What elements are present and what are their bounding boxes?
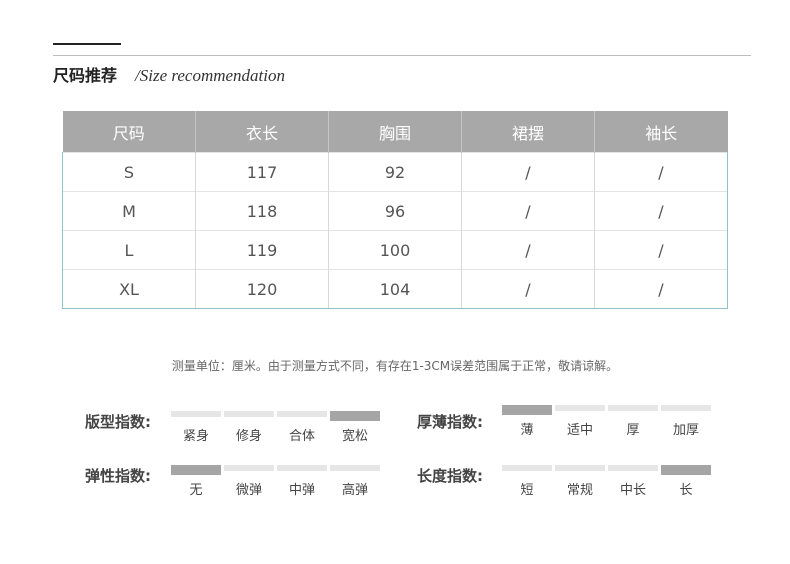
scale-option-label: 微弹 [235,483,262,498]
scale-bar [608,465,658,471]
scale-bar [502,465,552,471]
elasticity-index: 弹性指数: 无 微弹 中弹 高弹 [85,465,385,505]
table-cell: 119 [195,230,329,270]
scale-option: 中弹 [277,465,327,498]
table-row: M 118 96 / / [62,191,728,231]
thickness-index-label: 厚薄指数: [417,413,483,431]
column-header-sleeve: 袖长 [594,111,728,153]
elasticity-index-label: 弹性指数: [85,467,151,485]
table-cell: / [594,230,728,270]
scale-option: 宽松 [330,411,380,444]
scale-option-label: 高弹 [341,483,368,498]
scale-option: 高弹 [330,465,380,498]
scale-option-label: 紧身 [182,429,209,444]
scale-option-label: 长 [679,483,693,498]
table-cell: / [594,191,728,231]
fit-index-scale: 紧身 修身 合体 宽松 [171,411,383,444]
table-header-row: 尺码 衣长 胸围 裙摆 袖长 [62,111,728,153]
scale-option: 加厚 [661,405,711,438]
table-cell: 120 [195,269,329,309]
table-cell: / [594,269,728,309]
heading-accent-rule [53,43,121,45]
scale-bar [330,465,380,471]
scale-bar [277,411,327,417]
fit-index-label: 版型指数: [85,413,151,431]
scale-option-label: 中长 [619,483,646,498]
elasticity-index-scale: 无 微弹 中弹 高弹 [171,465,383,498]
heading-chinese: 尺码推荐 [53,66,118,85]
scale-option: 无 [171,465,221,498]
scale-option-label: 中弹 [288,483,315,498]
scale-option-label: 合体 [288,429,315,444]
scale-bar [661,405,711,411]
table-row: XL 120 104 / / [62,269,728,309]
section-heading: 尺码推荐 /Size recommendation [53,62,285,86]
scale-bar [277,465,327,471]
table-cell: / [461,152,595,192]
table-row: S 117 92 / / [62,152,728,192]
scale-option: 厚 [608,405,658,438]
length-index: 长度指数: 短 常规 中长 长 [417,465,727,505]
column-header-size: 尺码 [62,111,196,153]
scale-option: 紧身 [171,411,221,444]
scale-bar [171,411,221,417]
table-cell: 104 [328,269,462,309]
scale-bar [661,465,711,475]
table-cell: S [62,152,196,192]
scale-option: 合体 [277,411,327,444]
thickness-index: 厚薄指数: 薄 适中 厚 加厚 [417,405,727,445]
table-cell: XL [62,269,196,309]
table-cell: L [62,230,196,270]
scale-bar [224,465,274,471]
scale-option: 中长 [608,465,658,498]
table-cell: 118 [195,191,329,231]
table-cell: / [461,269,595,309]
column-header-hem: 裙摆 [461,111,595,153]
column-header-length: 衣长 [195,111,329,153]
table-cell: / [461,191,595,231]
scale-option-label: 加厚 [672,423,699,438]
table-cell: / [461,230,595,270]
scale-bar [555,405,605,411]
length-index-label: 长度指数: [417,467,483,485]
scale-option-label: 无 [189,483,203,498]
scale-bar [330,411,380,421]
scale-option-label: 修身 [235,429,262,444]
scale-bar [502,405,552,415]
scale-bar [224,411,274,417]
scale-option-label: 宽松 [341,429,368,444]
measurement-note: 测量单位：厘米。由于测量方式不同，有存在1-3CM误差范围属于正常，敬请谅解。 [171,359,619,373]
scale-option: 常规 [555,465,605,498]
scale-option-label: 薄 [520,423,534,438]
table-cell: / [594,152,728,192]
thickness-index-scale: 薄 适中 厚 加厚 [502,405,714,438]
scale-option: 微弹 [224,465,274,498]
heading-divider [53,55,751,56]
scale-option-label: 适中 [566,423,593,438]
table-cell: 96 [328,191,462,231]
scale-bar [608,405,658,411]
table-cell: M [62,191,196,231]
size-table: 尺码 衣长 胸围 裙摆 袖长 S 117 92 / / M 118 96 / /… [62,111,728,309]
scale-bar [555,465,605,471]
length-index-scale: 短 常规 中长 长 [502,465,714,498]
column-header-bust: 胸围 [328,111,462,153]
scale-option-label: 短 [520,483,534,498]
scale-option: 适中 [555,405,605,438]
scale-option: 长 [661,465,711,498]
table-cell: 100 [328,230,462,270]
scale-bar [171,465,221,475]
heading-english: /Size recommendation [135,66,285,85]
scale-option: 修身 [224,411,274,444]
scale-option: 短 [502,465,552,498]
scale-option-label: 常规 [566,483,593,498]
scale-option: 薄 [502,405,552,438]
table-row: L 119 100 / / [62,230,728,270]
table-cell: 92 [328,152,462,192]
table-cell: 117 [195,152,329,192]
scale-option-label: 厚 [626,423,640,438]
fit-index: 版型指数: 紧身 修身 合体 宽松 [85,411,385,451]
